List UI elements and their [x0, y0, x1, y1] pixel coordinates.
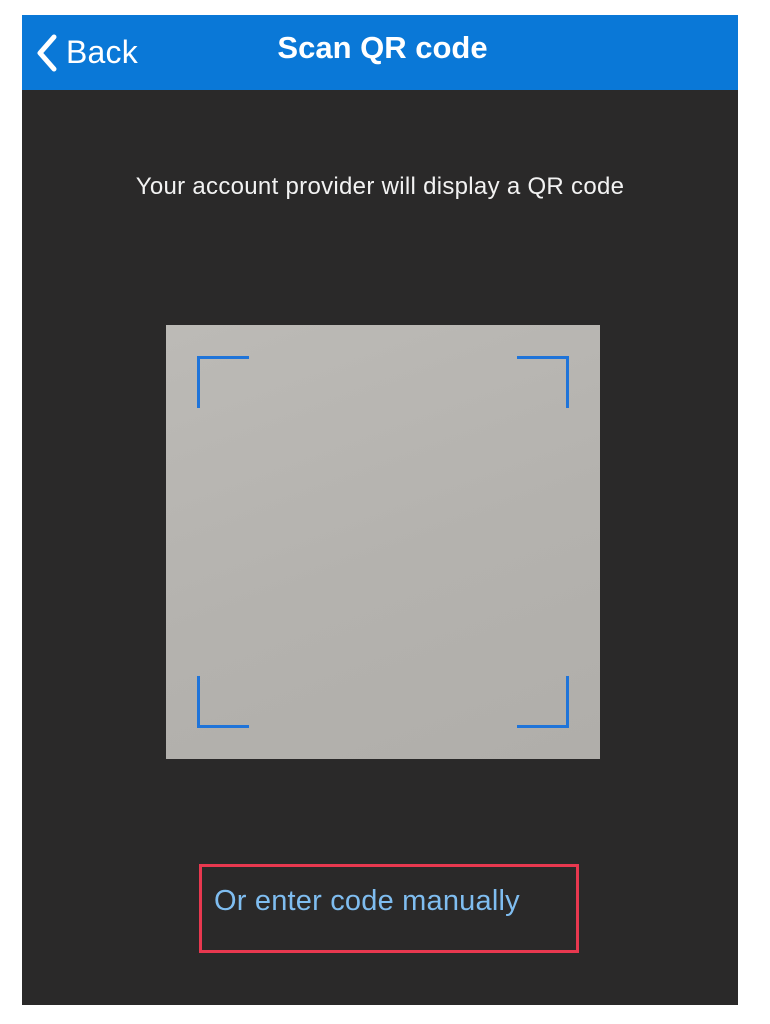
- page-title: Scan QR code: [277, 30, 488, 65]
- camera-viewfinder: [166, 325, 600, 759]
- enter-code-manually-link[interactable]: Or enter code manually: [214, 885, 520, 918]
- viewfinder-corner-bottom-left: [197, 676, 249, 728]
- viewfinder-corner-bottom-right: [517, 676, 569, 728]
- scan-qr-screen: Back Scan QR code Your account provider …: [22, 15, 738, 1005]
- scan-instruction-text: Your account provider will display a QR …: [135, 173, 625, 200]
- navigation-bar: Back Scan QR code: [22, 15, 738, 90]
- viewfinder-corner-top-right: [517, 356, 569, 408]
- viewfinder-corner-top-left: [197, 356, 249, 408]
